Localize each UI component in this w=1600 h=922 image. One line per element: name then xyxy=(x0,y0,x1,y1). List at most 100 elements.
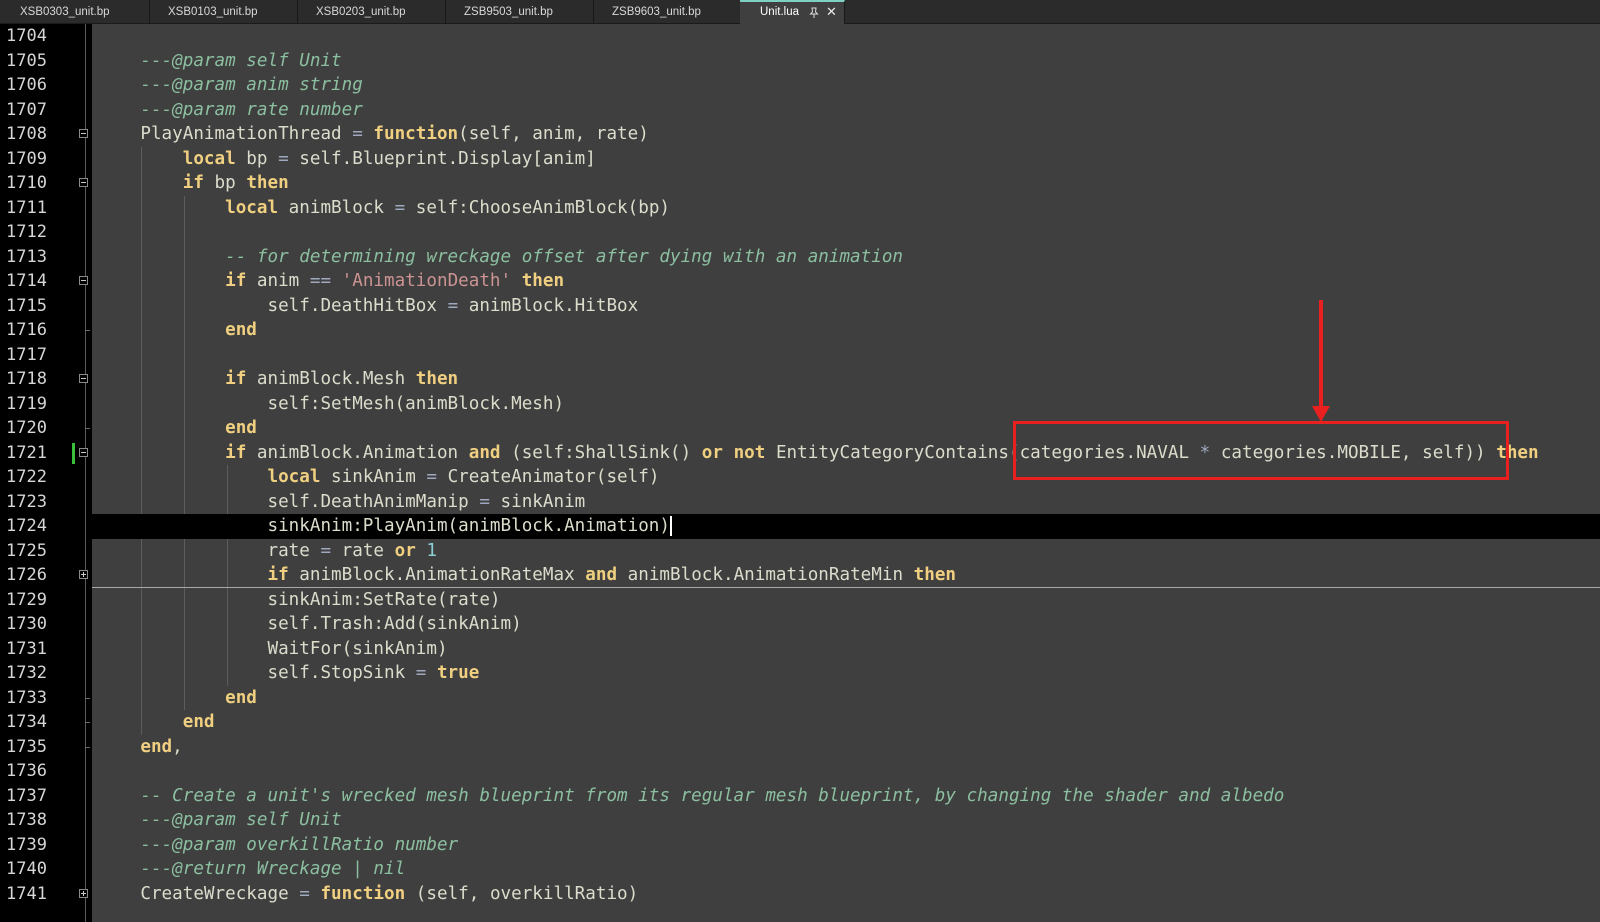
code-line[interactable]: 1735 end, xyxy=(0,735,1600,760)
code-line[interactable]: 1741 CreateWreckage = function (self, ov… xyxy=(0,882,1600,907)
code-text: ---@param self Unit xyxy=(140,810,342,830)
code-line[interactable]: 1709 local bp = self.Blueprint.Display[a… xyxy=(0,147,1600,172)
code-line[interactable]: 1733 end xyxy=(0,686,1600,711)
line-number: 1734 xyxy=(6,712,47,732)
code-line[interactable]: 1708 PlayAnimationThread = function(self… xyxy=(0,122,1600,147)
code-text: end xyxy=(225,320,257,340)
code-line[interactable]: 1718 if animBlock.Mesh then xyxy=(0,367,1600,392)
code-line[interactable]: 1734 end xyxy=(0,710,1600,735)
code-line[interactable]: 1707 ---@param rate number xyxy=(0,98,1600,123)
line-number: 1712 xyxy=(6,222,47,242)
line-number: 1710 xyxy=(6,173,47,193)
line-number: 1732 xyxy=(6,663,47,683)
tab-label: Unit.lua xyxy=(760,6,799,18)
code-line[interactable]: 1732 self.StopSink = true xyxy=(0,661,1600,686)
fold-end-marker xyxy=(85,697,90,699)
code-text: local animBlock = self:ChooseAnimBlock(b… xyxy=(225,197,671,218)
code-text: if bp then xyxy=(182,173,289,193)
code-line[interactable]: 1725 rate = rate or 1 xyxy=(0,539,1600,564)
line-number: 1711 xyxy=(6,197,47,218)
tab-xsb0303-unit-bp[interactable]: XSB0303_unit.bp xyxy=(0,0,150,24)
code-text: WaitFor(sinkAnim) xyxy=(98,638,448,659)
code-line[interactable]: 1705 ---@param self Unit xyxy=(0,49,1600,74)
code-text: ---@param self Unit xyxy=(140,50,342,71)
collapse-fold-icon[interactable] xyxy=(79,276,88,285)
code-line[interactable]: 1738 ---@param self Unit xyxy=(0,808,1600,833)
code-text: end xyxy=(225,687,257,708)
code-line[interactable]: 1729 sinkAnim:SetRate(rate) xyxy=(0,588,1600,613)
code-text: if anim == 'AnimationDeath' then xyxy=(225,271,565,291)
line-number: 1705 xyxy=(6,50,47,71)
line-number: 1736 xyxy=(6,761,47,781)
line-number: 1729 xyxy=(6,589,47,610)
tab-xsb0103-unit-bp[interactable]: XSB0103_unit.bp xyxy=(148,0,298,24)
tab-zsb9603-unit-bp[interactable]: ZSB9603_unit.bp xyxy=(592,0,742,24)
code-line[interactable]: 1723 self.DeathAnimManip = sinkAnim xyxy=(0,490,1600,515)
code-line[interactable]: 1716 end xyxy=(0,318,1600,343)
code-line[interactable]: 1710 if bp then xyxy=(0,171,1600,196)
code-line[interactable]: 1714 if anim == 'AnimationDeath' then xyxy=(0,269,1600,294)
code-text: -- for determining wreckage offset after… xyxy=(225,246,904,267)
code-text: self:SetMesh(animBlock.Mesh) xyxy=(98,393,565,414)
code-line[interactable]: 1711 local animBlock = self:ChooseAnimBl… xyxy=(0,196,1600,221)
code-text: ---@param anim string xyxy=(140,75,363,95)
line-number: 1726 xyxy=(6,565,47,585)
code-line[interactable]: 1706 ---@param anim string xyxy=(0,73,1600,98)
line-number: 1721 xyxy=(6,442,47,463)
code-text: -- Create a unit's wrecked mesh blueprin… xyxy=(140,785,1285,806)
code-text: local bp = self.Blueprint.Display[anim] xyxy=(182,148,596,169)
code-line[interactable]: 1730 self.Trash:Add(sinkAnim) xyxy=(0,612,1600,637)
annotation-highlight-box xyxy=(1013,421,1509,480)
line-number: 1704 xyxy=(6,26,47,46)
line-number: 1741 xyxy=(6,883,47,904)
code-text: ---@return Wreckage | nil xyxy=(140,859,406,879)
collapse-fold-icon[interactable] xyxy=(79,447,88,457)
line-number: 1714 xyxy=(6,271,47,291)
annotation-arrow xyxy=(1319,300,1323,408)
line-number: 1738 xyxy=(6,810,47,830)
line-number: 1739 xyxy=(6,834,47,855)
tab-zsb9503-unit-bp[interactable]: ZSB9503_unit.bp xyxy=(444,0,594,24)
fold-end-marker xyxy=(85,746,90,748)
code-line[interactable]: 1740 ---@return Wreckage | nil xyxy=(0,857,1600,882)
code-text: end, xyxy=(140,736,183,757)
line-number: 1715 xyxy=(6,295,47,316)
collapse-fold-icon[interactable] xyxy=(79,178,88,187)
code-text: local sinkAnim = CreateAnimator(self) xyxy=(267,467,660,487)
code-line[interactable]: 1737 -- Create a unit's wrecked mesh blu… xyxy=(0,784,1600,809)
code-text: CreateWreckage = function (self, overkil… xyxy=(98,883,639,904)
code-text: sinkAnim:PlayAnim(animBlock.Animation) xyxy=(98,516,672,536)
collapse-fold-icon[interactable] xyxy=(79,374,88,383)
line-number: 1733 xyxy=(6,687,47,708)
code-line[interactable]: 1713 -- for determining wreckage offset … xyxy=(0,245,1600,270)
code-line[interactable]: 1724 sinkAnim:PlayAnim(animBlock.Animati… xyxy=(0,514,1600,539)
code-line[interactable]: 1712 xyxy=(0,220,1600,245)
code-text: self.Trash:Add(sinkAnim) xyxy=(98,614,522,634)
tab-xsb0203-unit-bp[interactable]: XSB0203_unit.bp xyxy=(296,0,446,24)
code-line[interactable]: 1726 if animBlock.AnimationRateMax and a… xyxy=(0,563,1600,588)
code-text: sinkAnim:SetRate(rate) xyxy=(98,589,501,610)
code-line[interactable]: 1719 self:SetMesh(animBlock.Mesh) xyxy=(0,392,1600,417)
fold-end-marker xyxy=(85,722,90,723)
code-line[interactable]: 1739 ---@param overkillRatio number xyxy=(0,833,1600,858)
collapse-fold-icon[interactable] xyxy=(79,129,88,138)
line-number: 1709 xyxy=(6,148,47,169)
pin-icon[interactable] xyxy=(808,7,820,19)
code-text: if animBlock.Mesh then xyxy=(225,369,459,389)
code-text: ---@param overkillRatio number xyxy=(140,834,459,855)
expand-fold-icon[interactable] xyxy=(79,570,88,579)
code-line[interactable]: 1704 xyxy=(0,24,1600,49)
line-number: 1716 xyxy=(6,320,47,340)
code-text: self.DeathAnimManip = sinkAnim xyxy=(98,491,586,512)
code-text: self.StopSink = true xyxy=(98,663,480,683)
line-number: 1717 xyxy=(6,344,47,365)
code-line[interactable]: 1717 xyxy=(0,343,1600,368)
close-icon[interactable]: ✕ xyxy=(826,4,837,20)
tab-unit-lua[interactable]: Unit.lua ✕ xyxy=(740,0,845,24)
code-text: end xyxy=(225,418,257,438)
code-line[interactable]: 1715 self.DeathHitBox = animBlock.HitBox xyxy=(0,294,1600,319)
code-line[interactable]: 1731 WaitFor(sinkAnim) xyxy=(0,637,1600,662)
line-number: 1708 xyxy=(6,124,47,144)
expand-fold-icon[interactable] xyxy=(79,888,88,898)
code-line[interactable]: 1736 xyxy=(0,759,1600,784)
